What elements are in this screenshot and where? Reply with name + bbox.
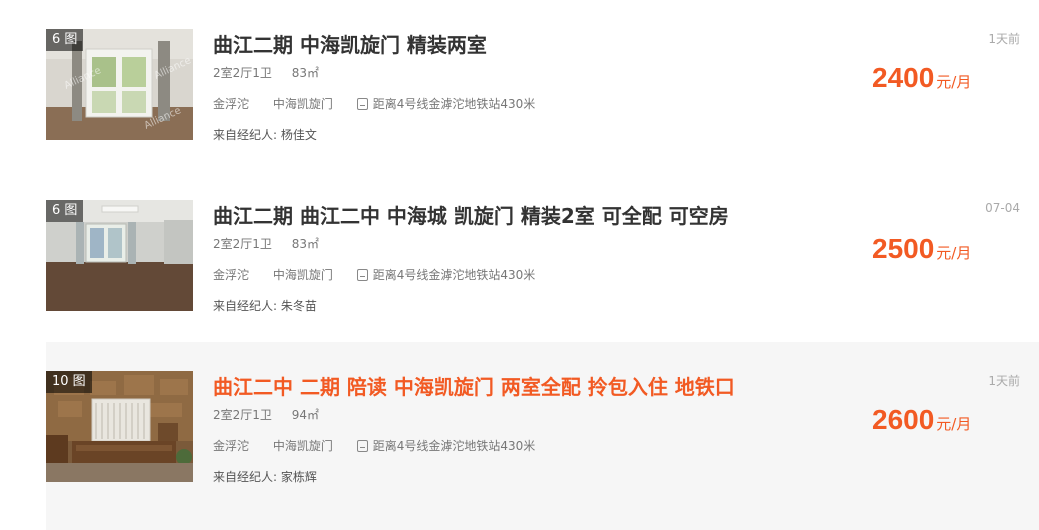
listing-time: 07-04 [985, 201, 1020, 215]
listing-item[interactable]: Alliance Alliance Alliance 6 图 曲江二期 中海凯旋… [0, 0, 1039, 171]
agent-info: 来自经纪人: 朱冬苗 [213, 299, 317, 313]
price-value: 2500 [872, 233, 935, 264]
price-unit: 元/月 [936, 244, 972, 262]
subway-distance: 距离4号线金滹沱地铁站430米 [372, 439, 536, 453]
listing-time: 1天前 [988, 32, 1020, 46]
district-link[interactable]: 金浮沱 [213, 97, 249, 111]
listing-meta: 2室2厅1卫 83㎡ [213, 64, 335, 81]
listing-item[interactable]: 6 图 曲江二期 曲江二中 中海城 凯旋门 精装2室 可全配 可空房 2室2厅1… [0, 171, 1039, 342]
listing-title[interactable]: 曲江二中 二期 陪读 中海凯旋门 两室全配 拎包入住 地铁口 [213, 371, 735, 400]
listing-meta: 2室2厅1卫 94㎡ [213, 406, 335, 423]
photo-count-badge: 10 图 [46, 371, 92, 393]
listing-location: 金浮沱 中海凯旋门 距离4号线金滹沱地铁站430米 [213, 266, 535, 283]
room-area: 94㎡ [291, 408, 320, 422]
room-layout: 2室2厅1卫 [213, 237, 272, 251]
listing-time: 1天前 [988, 374, 1020, 388]
district-link[interactable]: 金浮沱 [213, 268, 249, 282]
listing-photo[interactable]: Alliance Alliance Alliance 6 图 [46, 29, 193, 140]
room-layout: 2室2厅1卫 [213, 66, 272, 80]
listing-price: 2400 元/月 [872, 62, 971, 94]
community-link[interactable]: 中海凯旋门 [273, 439, 333, 453]
room-layout: 2室2厅1卫 [213, 408, 272, 422]
listing-title[interactable]: 曲江二期 曲江二中 中海城 凯旋门 精装2室 可全配 可空房 [213, 200, 729, 229]
listing-list: Alliance Alliance Alliance 6 图 曲江二期 中海凯旋… [0, 0, 1039, 530]
agent-info: 来自经纪人: 家栋辉 [213, 470, 317, 484]
listing-photo[interactable]: 6 图 [46, 200, 193, 311]
room-area: 83㎡ [291, 66, 320, 80]
listing-title[interactable]: 曲江二期 中海凯旋门 精装两室 [213, 29, 487, 58]
subway-icon [356, 269, 368, 281]
room-area: 83㎡ [291, 237, 320, 251]
price-unit: 元/月 [936, 73, 972, 91]
listing-price: 2600 元/月 [872, 404, 971, 436]
community-link[interactable]: 中海凯旋门 [273, 268, 333, 282]
district-link[interactable]: 金浮沱 [213, 439, 249, 453]
listing-photo[interactable]: 10 图 [46, 371, 193, 482]
community-link[interactable]: 中海凯旋门 [273, 97, 333, 111]
listing-location: 金浮沱 中海凯旋门 距离4号线金滹沱地铁站430米 [213, 95, 535, 112]
price-value: 2600 [872, 404, 935, 435]
listing-price: 2500 元/月 [872, 233, 971, 265]
photo-count-badge: 6 图 [46, 200, 84, 222]
price-value: 2400 [872, 62, 935, 93]
subway-icon [356, 440, 368, 452]
price-unit: 元/月 [936, 415, 972, 433]
subway-distance: 距离4号线金滹沱地铁站430米 [372, 97, 536, 111]
listing-meta: 2室2厅1卫 83㎡ [213, 235, 335, 252]
subway-distance: 距离4号线金滹沱地铁站430米 [372, 268, 536, 282]
photo-count-badge: 6 图 [46, 29, 84, 51]
subway-icon [356, 98, 368, 110]
listing-location: 金浮沱 中海凯旋门 距离4号线金滹沱地铁站430米 [213, 437, 535, 454]
agent-info: 来自经纪人: 杨佳文 [213, 128, 317, 142]
listing-item[interactable]: 10 图 曲江二中 二期 陪读 中海凯旋门 两室全配 拎包入住 地铁口 2室2厅… [0, 342, 1039, 530]
